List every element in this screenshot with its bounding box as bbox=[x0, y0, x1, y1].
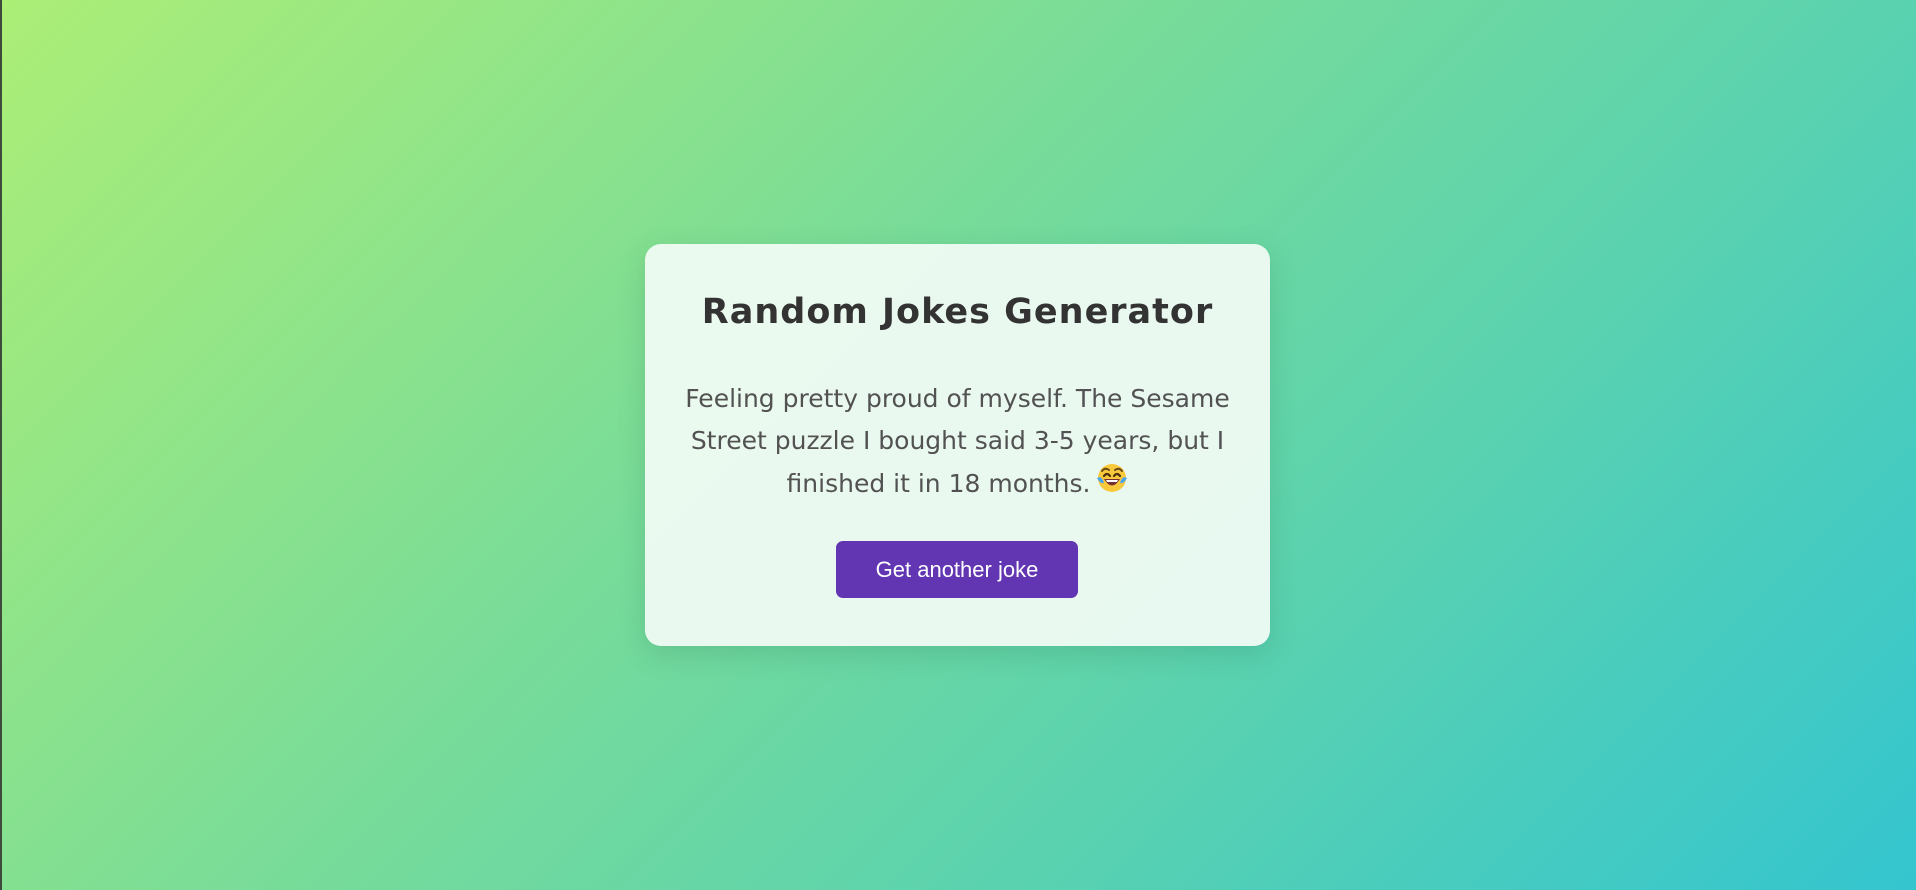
get-another-joke-button[interactable]: Get another joke bbox=[836, 541, 1078, 598]
joke-card: Random Jokes Generator Feeling pretty pr… bbox=[645, 244, 1270, 646]
joke-text-container: Feeling pretty proud of myself. The Sesa… bbox=[680, 378, 1235, 505]
face-with-tears-of-joy-icon bbox=[1096, 462, 1128, 494]
page-title: Random Jokes Generator bbox=[701, 292, 1214, 332]
window-left-border bbox=[0, 0, 2, 890]
joke-text: Feeling pretty proud of myself. The Sesa… bbox=[685, 384, 1230, 498]
